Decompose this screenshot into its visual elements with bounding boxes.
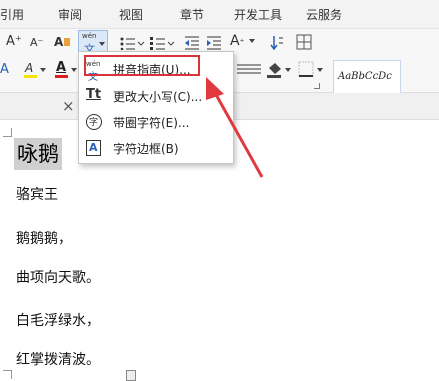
grow-font-button[interactable]: A⁺ bbox=[6, 35, 22, 49]
paragraph-dialog-launcher-icon[interactable] bbox=[314, 83, 320, 89]
chevron-down-icon bbox=[285, 68, 291, 72]
change-case-icon: Tt bbox=[86, 87, 102, 102]
border-icon bbox=[298, 61, 314, 77]
paint-bucket-icon bbox=[267, 63, 281, 78]
decrease-indent-icon bbox=[185, 36, 199, 50]
decrease-indent-button[interactable] bbox=[184, 35, 200, 51]
document-line[interactable]: 鹅鹅鹅， bbox=[16, 228, 72, 248]
menu-item-change-case[interactable]: Tt 更改大小写(C)... bbox=[80, 84, 230, 108]
menu-tab-section[interactable]: 章节 bbox=[180, 6, 204, 23]
font-color-button[interactable]: A bbox=[54, 60, 78, 79]
borders-button[interactable] bbox=[296, 34, 312, 50]
menu-item-label: 更改大小写(C)... bbox=[113, 90, 203, 104]
numbered-list-button[interactable] bbox=[150, 36, 176, 50]
highlight-color-button[interactable]: A bbox=[22, 61, 48, 79]
menu-item-enclosed-char[interactable]: 字 带圈字符(E)... bbox=[80, 110, 230, 134]
increase-indent-icon bbox=[207, 36, 221, 50]
text-effect-button[interactable]: A bbox=[0, 63, 9, 77]
menu-tab-review[interactable]: 审阅 bbox=[58, 6, 82, 23]
char-spacing-button[interactable]: A⁺ bbox=[230, 34, 255, 50]
sort-icon bbox=[270, 36, 283, 51]
chevron-down-icon bbox=[317, 68, 323, 72]
clear-format-button[interactable]: A bbox=[54, 35, 71, 49]
page-corner-mark bbox=[3, 128, 12, 137]
annotation-highlight-box bbox=[84, 55, 200, 76]
text-cursor-handle bbox=[126, 370, 136, 381]
bullet-list-icon bbox=[120, 37, 145, 51]
highlighter-icon: A bbox=[25, 61, 34, 75]
enclosed-char-icon: 字 bbox=[86, 114, 102, 130]
sort-button[interactable] bbox=[270, 35, 284, 51]
document-line[interactable]: 曲项向天歌。 bbox=[16, 267, 100, 287]
font-color-icon: A bbox=[56, 60, 67, 75]
border-button[interactable] bbox=[298, 61, 324, 79]
eraser-icon bbox=[64, 38, 71, 46]
menu-tab-cloud[interactable]: 云服务 bbox=[306, 6, 342, 23]
document-line[interactable]: 白毛浮绿水， bbox=[16, 310, 100, 330]
document-line[interactable]: 红掌拨清波。 bbox=[16, 349, 100, 369]
numbered-list-icon bbox=[150, 37, 175, 50]
shading-button[interactable] bbox=[266, 61, 292, 79]
clear-format-icon: A bbox=[54, 35, 64, 49]
highlight-color-bar bbox=[24, 75, 37, 78]
menu-item-label: 字符边框(B) bbox=[113, 142, 179, 156]
close-icon[interactable]: × bbox=[62, 97, 75, 115]
font-color-bar bbox=[55, 75, 68, 78]
chevron-down-icon bbox=[248, 39, 255, 43]
align-icon bbox=[237, 64, 261, 74]
document-title[interactable]: 咏鹅 bbox=[14, 138, 62, 170]
document-line[interactable]: 骆宾王 bbox=[16, 184, 58, 204]
menu-item-label: 带圈字符(E)... bbox=[113, 116, 190, 130]
style-sample-text: AaBbCcDc bbox=[338, 71, 392, 82]
increase-indent-button[interactable] bbox=[206, 35, 222, 51]
menu-tab-references[interactable]: 引用 bbox=[0, 6, 24, 23]
char-border-icon: A bbox=[86, 140, 101, 156]
chevron-down-icon bbox=[40, 68, 46, 72]
page-corner-mark bbox=[3, 370, 12, 379]
chevron-down-icon bbox=[71, 68, 77, 72]
menu-tab-view[interactable]: 视图 bbox=[119, 6, 143, 23]
chevron-down-icon bbox=[99, 42, 105, 46]
menu-tab-developer[interactable]: 开发工具 bbox=[234, 6, 282, 23]
menu-item-char-border[interactable]: A 字符边框(B) bbox=[80, 136, 230, 160]
shrink-font-button[interactable]: A⁻ bbox=[30, 36, 43, 50]
bullet-list-button[interactable] bbox=[120, 36, 146, 51]
table-border-icon bbox=[296, 34, 312, 50]
menu-bar: 引用 审阅 视图 章节 开发工具 云服务 bbox=[0, 0, 439, 29]
paragraph-align-group[interactable] bbox=[236, 63, 262, 77]
